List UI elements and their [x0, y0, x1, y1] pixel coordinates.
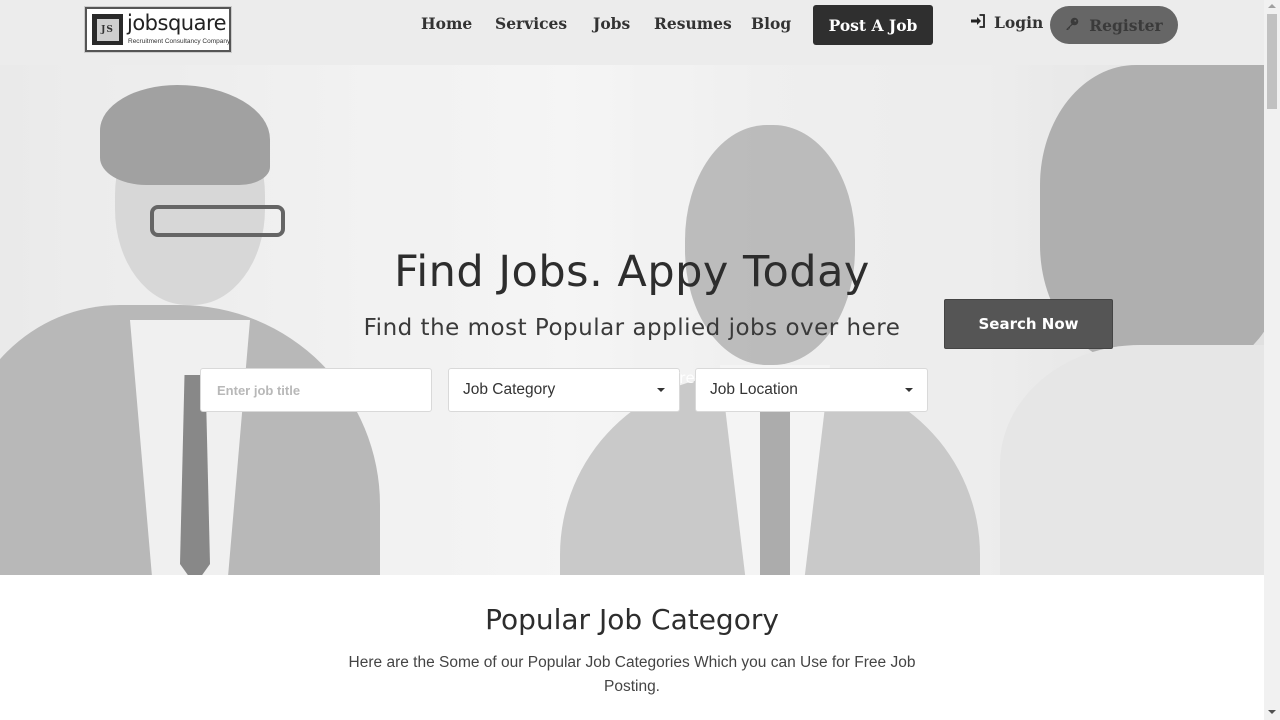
register-label: Register — [1089, 15, 1163, 35]
post-a-job-button[interactable]: Post A Job — [813, 5, 933, 45]
nav-services[interactable]: Services — [495, 14, 567, 33]
trending-keywords[interactable]: ne. Freelance , Digital Marketing — [642, 369, 895, 387]
login-link[interactable]: Login — [970, 13, 1043, 32]
job-title-input[interactable] — [201, 369, 431, 411]
nav-blog[interactable]: Blog — [751, 14, 791, 33]
scroll-up-arrow-icon[interactable] — [1268, 4, 1276, 8]
scroll-down-arrow-icon[interactable] — [1268, 710, 1276, 714]
logo-mark-text: JS — [96, 18, 119, 41]
site-header: JS jobsquare Recruitment Consultancy Com… — [0, 0, 1264, 65]
section-description: Here are the Some of our Popular Job Cat… — [348, 654, 916, 695]
register-button[interactable]: Register — [1050, 6, 1178, 44]
scroll-thumb[interactable] — [1267, 14, 1277, 109]
logo-mark: JS — [92, 14, 123, 45]
nav-jobs[interactable]: Jobs — [593, 14, 630, 33]
trending-keywords-start: nd — [462, 369, 482, 387]
section-title: Popular Job Category — [485, 603, 779, 636]
login-label: Login — [994, 13, 1044, 32]
chevron-down-icon — [905, 388, 913, 392]
sign-in-icon — [970, 13, 986, 32]
job-title-field[interactable] — [200, 368, 432, 412]
hero-section: Find Jobs. Appy Today Find the most Popu… — [0, 65, 1264, 575]
site-logo[interactable]: JS jobsquare Recruitment Consultancy Com… — [85, 7, 231, 52]
page-scrollbar[interactable] — [1264, 0, 1280, 720]
search-now-button[interactable]: Search Now — [944, 299, 1113, 349]
nav-home[interactable]: Home — [421, 14, 472, 33]
hero-title: Find Jobs. Appy Today — [394, 247, 870, 297]
chevron-down-icon — [657, 388, 665, 392]
nav-resumes[interactable]: Resumes — [654, 14, 732, 33]
logo-name: jobsquare — [127, 11, 227, 35]
key-icon — [1065, 16, 1079, 35]
logo-tagline: Recruitment Consultancy Company — [128, 38, 231, 45]
